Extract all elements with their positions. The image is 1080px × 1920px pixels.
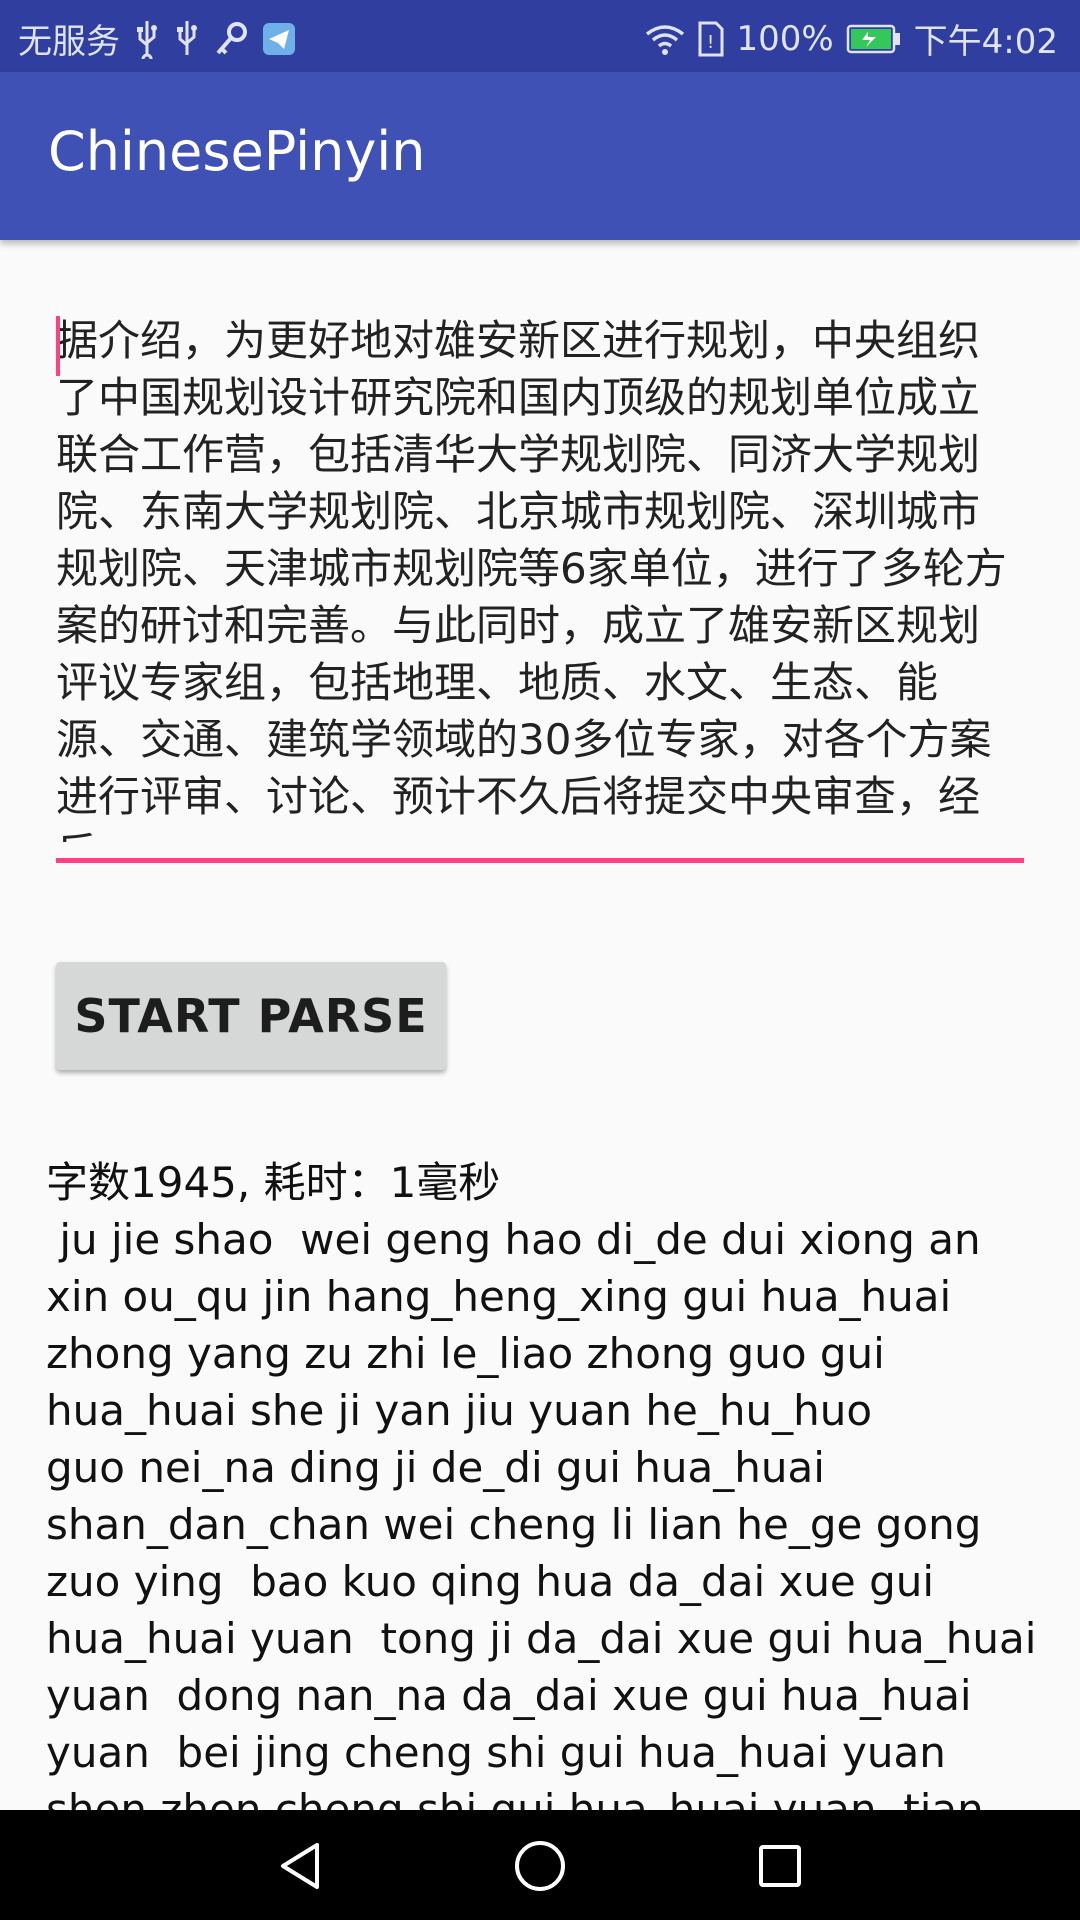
result-pinyin-line: zhong yang zu zhi le_liao zhong guo gui: [46, 1329, 885, 1378]
result-pinyin-line: hua_huai yuan tong ji da_dai xue gui hua…: [46, 1614, 1036, 1663]
input-underline: [56, 858, 1024, 863]
result-pinyin-line: xin ou_qu jin hang_heng_xing gui hua_hua…: [46, 1272, 952, 1321]
svg-text:!: !: [707, 32, 714, 53]
carrier-label: 无服务: [18, 22, 120, 62]
key-icon: [214, 17, 248, 61]
chinese-text-input-value[interactable]: 据介绍，为更好地对雄安新区进行规划，中央组织了中国规划设计研究院和国内顶级的规划…: [56, 312, 1016, 842]
wifi-icon: [644, 17, 686, 61]
recents-icon[interactable]: [750, 1838, 810, 1894]
result-pinyin-line: yuan bei jing cheng shi gui hua_huai yua…: [46, 1728, 946, 1777]
text-cursor: [56, 316, 60, 376]
telegram-icon: [262, 17, 296, 61]
start-parse-button[interactable]: START PARSE: [56, 962, 446, 1070]
result-pinyin-line: yuan dong nan_na da_dai xue gui hua_huai: [46, 1671, 972, 1720]
battery-charging-icon: [846, 17, 902, 61]
clock: 下午4:02: [913, 22, 1058, 62]
usb-icon: [134, 17, 160, 61]
usb-icon: [174, 17, 200, 61]
status-bar: 无服务 ! 100% 下午4:02: [0, 0, 1080, 72]
result-stats: 字数1945, 耗时：1毫秒: [46, 1158, 501, 1207]
navigation-bar: [0, 1810, 1080, 1920]
sim-icon: !: [698, 17, 724, 61]
result-pinyin-line: hua_huai she ji yan jiu yuan he_hu_huo: [46, 1386, 873, 1435]
back-icon[interactable]: [270, 1838, 330, 1894]
battery-percent: 100%: [736, 18, 834, 59]
home-icon[interactable]: [510, 1838, 570, 1894]
result-text: 字数1945, 耗时：1毫秒 ju jie shao wei geng hao …: [46, 1154, 1036, 1814]
result-pinyin-line: zuo ying bao kuo qing hua da_dai xue gui: [46, 1557, 935, 1606]
result-pinyin-line: shan_dan_chan wei cheng li lian he_ge go…: [46, 1500, 982, 1549]
chinese-text-input[interactable]: 据介绍，为更好地对雄安新区进行规划，中央组织了中国规划设计研究院和国内顶级的规划…: [56, 312, 1024, 863]
app-bar: ChinesePinyin: [0, 72, 1080, 240]
app-title: ChinesePinyin: [48, 120, 426, 183]
result-pinyin-line: guo nei_na ding ji de_di gui hua_huai: [46, 1443, 825, 1492]
result-pinyin-line: ju jie shao wei geng hao di_de dui xiong…: [46, 1215, 981, 1264]
